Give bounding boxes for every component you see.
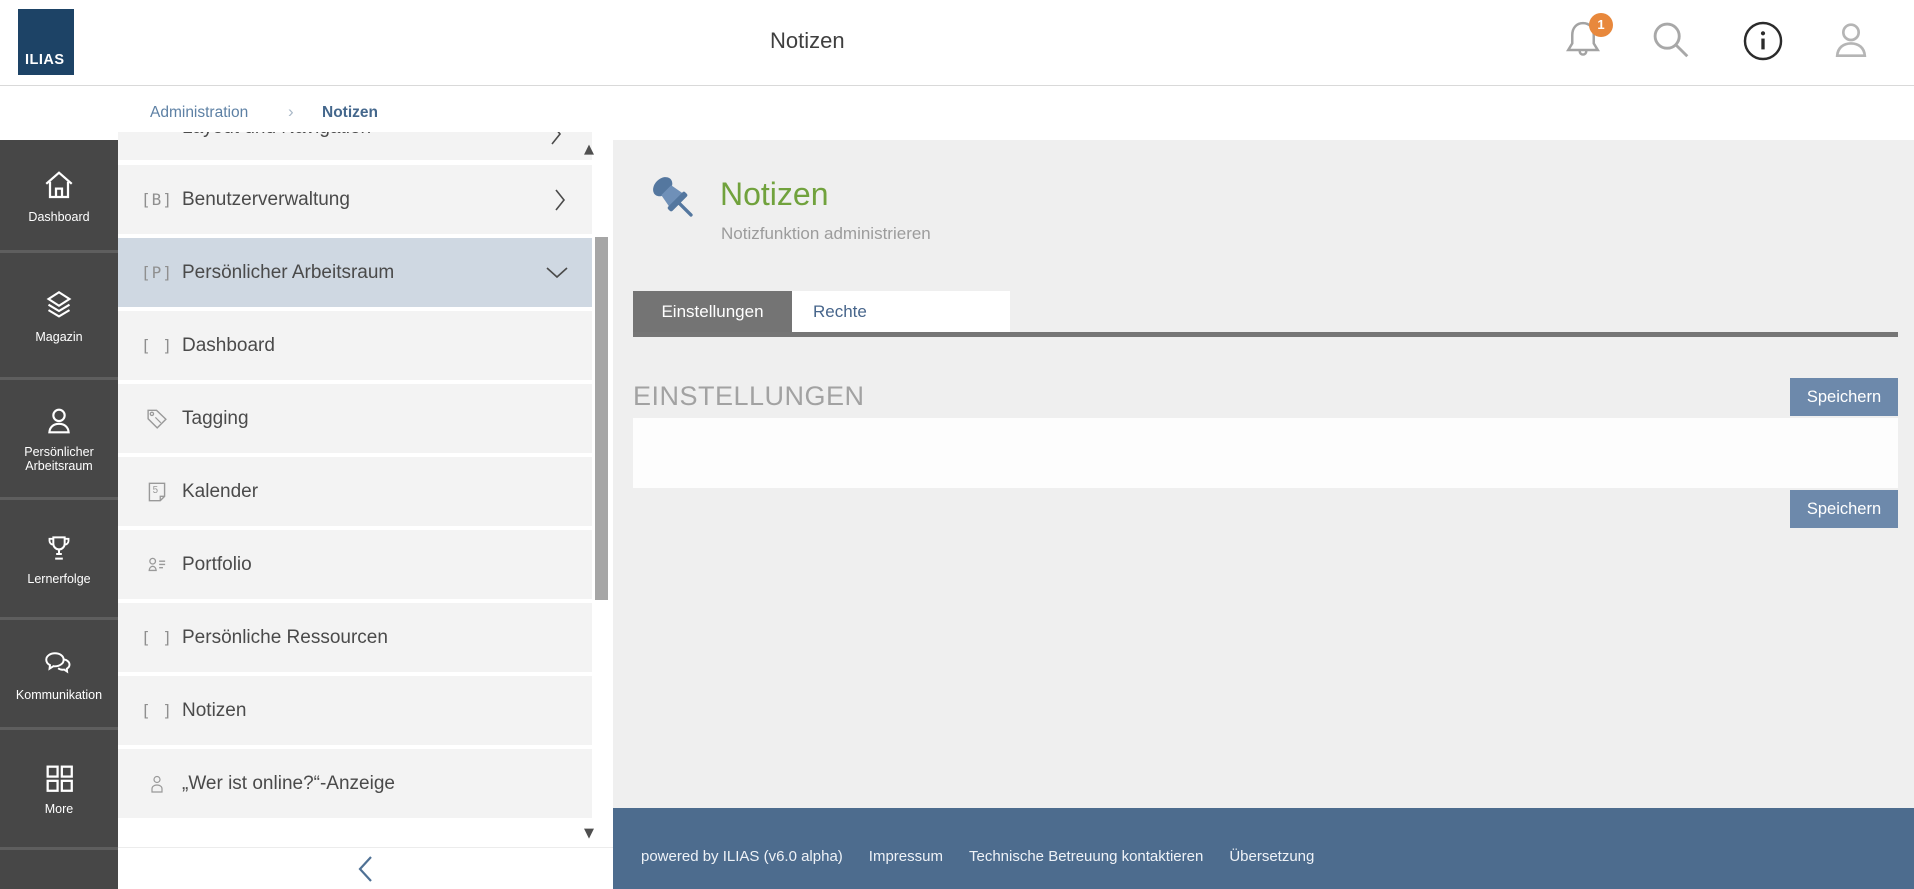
- header-page-title: Notizen: [770, 28, 845, 53]
- chat-icon: [45, 652, 71, 674]
- notes-pin-icon: [642, 166, 706, 230]
- menu-item-label: Portfolio: [182, 553, 252, 575]
- person-icon: [48, 408, 70, 434]
- menu-item-persoenlicher-arbeitsraum[interactable]: [P] Persönlicher Arbeitsraum: [118, 238, 592, 307]
- calendar-icon: 5: [138, 457, 176, 526]
- menu-item-label: Kalender: [182, 480, 259, 502]
- menu-item-tagging[interactable]: Tagging: [118, 384, 592, 453]
- rail-item-dashboard[interactable]: Dashboard: [0, 140, 118, 250]
- ilias-logo-label: ILIAS: [25, 52, 65, 68]
- tab-underline: [633, 332, 1898, 337]
- rail-label: Magazin: [35, 329, 83, 344]
- menu-item-notizen[interactable]: [ ] Notizen: [118, 676, 592, 745]
- rail-item-magazin[interactable]: Magazin: [0, 253, 118, 377]
- menu-item-benutzerverwaltung[interactable]: [B] Benutzerverwaltung: [118, 165, 592, 234]
- admin-slideout-menu: Layout und Navigation ▲ [B] Benutzerverw…: [118, 132, 613, 889]
- rail-label: Persönlicher Arbeitsraum: [24, 445, 94, 473]
- rail-divider: [0, 847, 118, 850]
- menu-item-kalender[interactable]: 5 Kalender: [118, 457, 592, 526]
- settings-form-row: Notizen aktivieren ✔: [633, 418, 1898, 877]
- info-icon[interactable]: [1742, 20, 1784, 62]
- ilias-admin-page: ILIAS Notizen 1 Administration › Notizen: [0, 0, 1914, 889]
- bracket-empty-icon: [ ]: [141, 628, 173, 647]
- menu-item-portfolio[interactable]: Portfolio: [118, 530, 592, 599]
- tab-einstellungen[interactable]: Einstellungen: [633, 291, 792, 332]
- menu-item-label: Layout und Navigation: [182, 132, 371, 139]
- menu-item-wer-ist-online-anzeige[interactable]: „Wer ist online?“-Anzeige: [118, 749, 592, 818]
- rail-item-lernerfolge[interactable]: Lernerfolge: [0, 500, 118, 617]
- menu-scrollbar[interactable]: [595, 237, 608, 600]
- menu-item-label: Dashboard: [182, 334, 275, 356]
- ilias-logo[interactable]: ILIAS: [18, 9, 74, 75]
- notification-count-badge[interactable]: 1: [1589, 13, 1613, 37]
- menu-scroll-down-icon[interactable]: ▼: [584, 826, 594, 841]
- breadcrumb-notizen[interactable]: Notizen: [322, 104, 378, 122]
- bracket-b-icon: [B]: [141, 190, 173, 209]
- tab-rechte[interactable]: Rechte: [792, 291, 1010, 332]
- page-subtitle: Notizfunktion administrieren: [721, 224, 931, 243]
- menu-item-label: „Wer ist online?“-Anzeige: [182, 772, 395, 794]
- rail-item-kommunikation[interactable]: Kommunikation: [0, 620, 118, 727]
- footer-link-uebersetzung[interactable]: Übersetzung: [1229, 848, 1314, 865]
- save-button-top[interactable]: Speichern: [1790, 378, 1898, 416]
- trophy-icon: [48, 536, 70, 560]
- menu-item-label: Notizen: [182, 699, 247, 721]
- svg-text:5: 5: [153, 485, 159, 496]
- footer-link-technische-betreuung[interactable]: Technische Betreuung kontaktieren: [969, 848, 1203, 865]
- tag-icon: [138, 384, 176, 453]
- rail-label: Lernerfolge: [27, 572, 91, 586]
- menu-item-dashboard[interactable]: [ ] Dashboard: [118, 311, 592, 380]
- breadcrumb-separator-icon: ›: [288, 102, 294, 121]
- menu-item-persoenliche-ressourcen[interactable]: [ ] Persönliche Ressourcen: [118, 603, 592, 672]
- menu-collapse-bar[interactable]: [118, 847, 613, 889]
- menu-item-label: Benutzerverwaltung: [182, 188, 350, 210]
- save-button-bottom[interactable]: Speichern: [1790, 490, 1898, 528]
- person-icon: [138, 749, 176, 818]
- grid-icon: [46, 765, 73, 792]
- footer-link-impressum[interactable]: Impressum: [869, 848, 943, 865]
- bracket-empty-icon: [ ]: [141, 701, 173, 720]
- rail-label: Kommunikation: [15, 688, 103, 702]
- menu-item-clipped-top[interactable]: Layout und Navigation: [118, 132, 592, 160]
- rail-item-persoenlicher-arbeitsraum[interactable]: Persönlicher Arbeitsraum: [0, 380, 118, 497]
- bracket-p-icon: [P]: [141, 263, 173, 282]
- footer: powered by ILIAS (v6.0 alpha) Impressum …: [613, 808, 1914, 889]
- top-header: ILIAS Notizen 1: [0, 0, 1914, 86]
- main-nav-rail: Dashboard Magazin Persönlicher Arbeitsra…: [0, 140, 118, 889]
- menu-item-label: Persönliche Ressourcen: [182, 626, 388, 648]
- chevron-down-icon: [546, 267, 568, 279]
- rail-label: Dashboard: [28, 209, 90, 224]
- section-heading: EINSTELLUNGEN: [633, 381, 865, 411]
- rail-item-more[interactable]: More: [0, 730, 118, 847]
- chevron-right-icon: [551, 132, 562, 145]
- home-icon: [45, 170, 73, 198]
- menu-item-label: Persönlicher Arbeitsraum: [182, 261, 395, 283]
- user-avatar-icon[interactable]: [1828, 17, 1874, 63]
- menu-scroll-up-icon[interactable]: ▲: [584, 142, 594, 157]
- portfolio-icon: [138, 530, 176, 599]
- layers-icon: [46, 290, 72, 318]
- rail-label: More: [44, 802, 74, 816]
- collapse-menu-chevron-left-icon[interactable]: [355, 854, 377, 884]
- powered-by-text: powered by ILIAS (v6.0 alpha): [641, 848, 843, 865]
- breadcrumb-administration[interactable]: Administration: [150, 104, 248, 122]
- bracket-empty-icon: [ ]: [141, 336, 173, 355]
- chevron-right-icon: [555, 189, 566, 211]
- page-title: Notizen: [720, 176, 829, 212]
- search-icon[interactable]: [1648, 17, 1694, 63]
- menu-item-label: Tagging: [182, 407, 249, 429]
